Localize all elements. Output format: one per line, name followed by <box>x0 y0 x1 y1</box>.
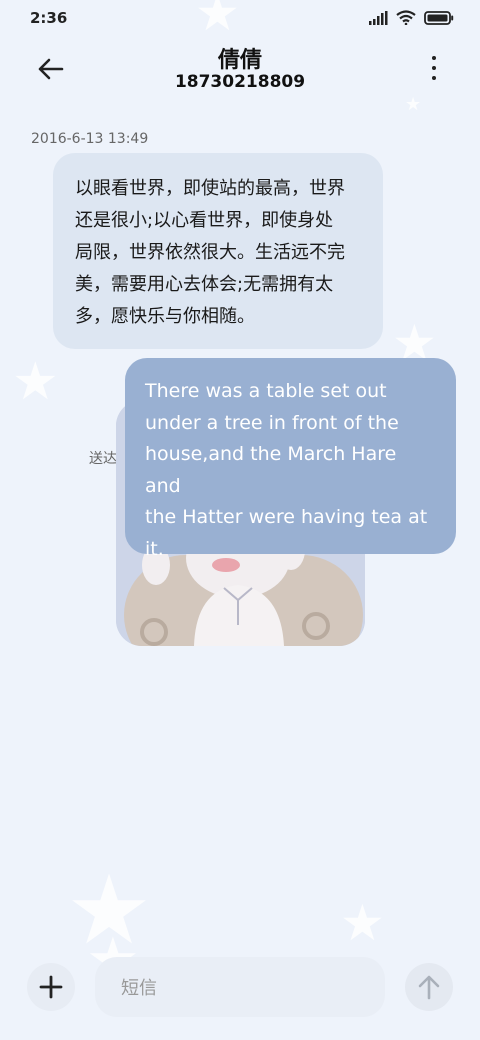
status-time: 2:36 <box>30 9 68 27</box>
wifi-icon <box>396 10 416 25</box>
send-button[interactable] <box>405 963 453 1011</box>
background-star: ★ <box>12 352 59 412</box>
message-line: 局限，世界依然很大。生活远不完 <box>75 242 345 263</box>
message-line: 以眼看世界，即使站的最高，世界 <box>75 178 345 199</box>
battery-icon <box>424 10 454 25</box>
message-input[interactable]: 短信 <box>95 957 385 1017</box>
background-star: ★ <box>340 894 385 952</box>
message-input-placeholder: 短信 <box>121 978 157 999</box>
status-icons <box>368 10 454 25</box>
message-line: the Hatter were having tea at <box>145 506 428 528</box>
more-dot-icon <box>432 66 436 70</box>
message-line: 美，需要用心去体会;无需拥有太 <box>75 274 334 295</box>
message-line: 多，愿快乐与你相随。 <box>75 306 255 327</box>
message-line: it. <box>145 537 164 560</box>
message-line: There was a table set out <box>145 380 387 402</box>
outgoing-message-bubble[interactable]: There was a table set out under a tree i… <box>125 358 456 560</box>
contact-name: 倩倩 <box>217 48 262 73</box>
signal-icon <box>369 10 388 25</box>
more-options-button[interactable] <box>428 56 440 80</box>
message-line: house,and the March Hare and <box>145 443 397 497</box>
plus-icon <box>39 975 63 999</box>
add-attachment-button[interactable] <box>27 963 75 1011</box>
contact-phone: 18730218809 <box>174 72 306 92</box>
incoming-message-bubble[interactable]: 以眼看世界，即使站的最高，世界 还是很小;以心看世界，即使身处 局限，世界依然很… <box>53 153 383 349</box>
message-timestamp: 2016-6-13 13:49 <box>31 131 149 147</box>
more-dot-icon <box>432 76 436 80</box>
more-dot-icon <box>432 56 436 60</box>
background-star: ★ <box>405 94 422 115</box>
arrow-up-icon <box>418 975 440 1000</box>
message-line: under a tree in front of the <box>145 411 399 434</box>
delivery-status: 送达 <box>89 451 117 467</box>
status-bar: 2:36 <box>0 0 480 36</box>
message-line: 还是很小;以心看世界，即使身处 <box>75 210 334 231</box>
